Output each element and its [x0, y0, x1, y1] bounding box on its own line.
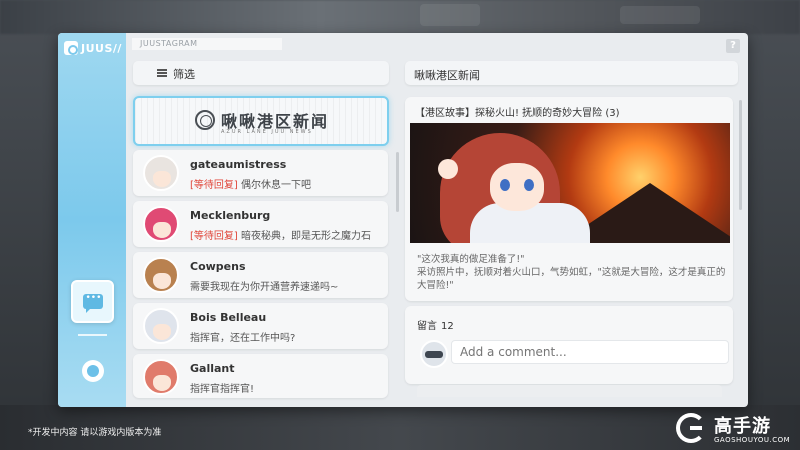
chat-name: Cowpens — [190, 260, 246, 273]
logo-text: JUUS// — [81, 41, 122, 55]
chat-message: 指挥官，还在工作中吗? — [190, 333, 296, 344]
character-face — [490, 163, 544, 211]
list-filter-icon — [157, 69, 167, 77]
avatar — [143, 257, 179, 293]
comment-input[interactable] — [451, 340, 729, 364]
news-post: 【港区故事】探秘火山! 抚顺的奇妙大冒险 (3) "这次我真的做足准备了!" 采… — [405, 97, 733, 301]
chat-bubble-icon — [82, 293, 103, 313]
avatar — [143, 359, 179, 395]
chat-message: 需要我现在为你开通营养速递吗~ — [190, 282, 339, 293]
post-body: "这次我真的做足准备了!" 采访照片中，抚顺对着火山口，气势如虹，"这就是大冒险… — [417, 253, 729, 292]
news-seal-icon — [195, 110, 215, 130]
post-title: 【港区故事】探秘火山! 抚顺的奇妙大冒险 (3) — [415, 108, 620, 119]
news-banner-subtitle: AZUR LANE JUU NEWS — [221, 129, 313, 135]
comment-item-partial — [417, 385, 722, 397]
chat-name: Mecklenburg — [190, 209, 271, 222]
avatar — [143, 308, 179, 344]
post-text-line: 采访照片中，抚顺对着火山口，气势如虹，"这就是大冒险，这才是真正的大冒险!" — [417, 267, 726, 291]
pending-tag: [等待回复] — [190, 180, 238, 191]
list-scrollbar[interactable] — [396, 152, 399, 212]
background-shape — [620, 6, 700, 24]
chat-preview: 指挥官指挥官! — [190, 380, 380, 395]
chat-preview: 指挥官，还在工作中吗? — [190, 329, 380, 344]
chat-name: Bois Belleau — [190, 311, 267, 324]
chat-tab-button[interactable] — [71, 280, 114, 323]
character-eye — [524, 179, 534, 191]
chat-preview: 需要我现在为你开通营养速递吗~ — [190, 278, 380, 293]
chat-item-bois-belleau[interactable]: Bois Belleau 指挥官，还在工作中吗? — [133, 303, 388, 349]
chat-preview: [等待回复] 暗夜秘典，即是无形之魔力石 — [190, 227, 380, 242]
news-channel-item[interactable]: 啾啾港区新闻 AZUR LANE JUU NEWS — [133, 96, 389, 146]
moments-tab-button[interactable] — [71, 349, 114, 392]
brand-url: GAOSHOUYOU.COM — [714, 436, 791, 444]
background-shape — [420, 4, 480, 26]
chat-message: 偶尔休息一下吧 — [241, 180, 311, 191]
character-coat — [470, 203, 590, 243]
detail-scrollbar[interactable] — [739, 100, 742, 210]
chat-name: gateaumistress — [190, 158, 287, 171]
gaoshouyou-logo-icon — [676, 413, 706, 443]
rail-divider — [78, 334, 107, 336]
chat-item-gallant[interactable]: Gallant 指挥官指挥官! — [133, 354, 388, 398]
camera-lens-icon — [81, 359, 104, 382]
juus-logo-icon — [64, 41, 78, 55]
avatar — [143, 206, 179, 242]
help-button[interactable]: ? — [726, 39, 740, 53]
detail-header-title: 啾啾港区新闻 — [414, 69, 480, 82]
character-eye — [500, 179, 510, 191]
pending-tag: [等待回复] — [190, 231, 238, 242]
chat-message: 指挥官指挥官! — [190, 384, 255, 395]
dev-content-note: *开发中内容 请以游戏内版本为准 — [28, 428, 162, 438]
filter-label: 筛选 — [173, 68, 195, 81]
detail-header: 啾啾港区新闻 — [405, 61, 738, 85]
comments-header: 留言 12 — [417, 317, 454, 332]
chat-item-mecklenburg[interactable]: Mecklenburg [等待回复] 暗夜秘典，即是无形之魔力石 — [133, 201, 388, 247]
comments-section: 留言 12 — [405, 306, 733, 384]
brand-name: 高手游 — [714, 416, 771, 437]
chat-message: 暗夜秘典，即是无形之魔力石 — [241, 231, 371, 242]
comments-count: 12 — [441, 321, 454, 332]
comments-label: 留言 — [417, 321, 437, 332]
post-text-line: "这次我真的做足准备了!" — [417, 254, 525, 265]
side-rail: JUUS// — [58, 33, 126, 407]
user-avatar — [420, 340, 448, 368]
chat-item-gateaumistress[interactable]: gateaumistress [等待回复] 偶尔休息一下吧 — [133, 150, 388, 196]
window-topbar: JUUSTAGRAM ? — [126, 33, 748, 55]
gaoshouyou-watermark: 高手游 GAOSHOUYOU.COM — [676, 411, 794, 447]
post-image[interactable] — [410, 123, 730, 243]
character-fist — [438, 159, 458, 179]
window-title: JUUSTAGRAM — [132, 38, 282, 50]
chat-preview: [等待回复] 偶尔休息一下吧 — [190, 176, 380, 191]
juus-logo: JUUS// — [64, 39, 124, 57]
avatar — [143, 155, 179, 191]
chat-name: Gallant — [190, 362, 235, 375]
chat-item-cowpens[interactable]: Cowpens 需要我现在为你开通营养速递吗~ — [133, 252, 388, 298]
filter-button[interactable]: 筛选 — [133, 61, 389, 85]
